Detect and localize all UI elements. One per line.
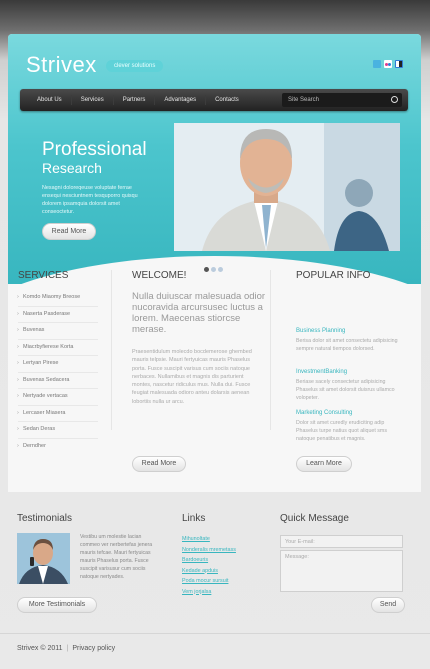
logo[interactable]: Strivex (26, 52, 97, 78)
services-item[interactable]: Lercaser Miasera (17, 406, 98, 422)
services-item[interactable]: Lertyan Pirese (17, 356, 98, 373)
services-item[interactable]: Buvenas (17, 323, 98, 340)
footer-link[interactable]: Mihunoltate (182, 534, 236, 545)
hero-photo (174, 123, 400, 251)
footer-divider (0, 633, 430, 634)
footer-link[interactable]: Bardoeuris (182, 555, 236, 566)
footer-link[interactable]: Poda mocur sursuit (182, 576, 236, 587)
services-item[interactable]: Miacrbyfierese Korta (17, 340, 98, 356)
testimonials-heading: Testimonials (17, 513, 73, 524)
search-icon[interactable] (391, 96, 398, 103)
privacy-policy-link[interactable]: Privacy policy (72, 645, 115, 652)
hero-text: Nesagni doloreqeuse voluptate ferrae ens… (42, 185, 138, 215)
search-placeholder: Site Search (288, 97, 320, 103)
popular-item: Marketing Consulting Dolor sit amet cure… (296, 410, 401, 443)
testimonial-person-image (17, 533, 70, 584)
services-item[interactable]: Buvenas Sedacera (17, 373, 98, 389)
services-item[interactable]: Komdo Miaomy Breose (17, 290, 98, 307)
services-item[interactable]: Naserta Pasderase (17, 307, 98, 323)
slider-dot[interactable] (211, 267, 216, 272)
hero-banner: Strivex clever solutions About Us Servic… (8, 34, 421, 284)
welcome-read-more-button[interactable]: Read More (132, 456, 186, 472)
hero-read-more-button[interactable]: Read More (42, 223, 96, 240)
popular-item-text: Berisa dolor sit amet consectetu adipisi… (296, 338, 398, 352)
popular-item: InvestmentBanking Beriase sacely consect… (296, 369, 401, 402)
column-divider (270, 270, 271, 430)
search-input[interactable]: Site Search (282, 93, 402, 107)
popular-item: Business Planning Berisa dolor sit amet … (296, 328, 401, 353)
nav-item-services[interactable]: Services (72, 95, 114, 105)
nav-item-contacts[interactable]: Contacts (206, 95, 248, 105)
nav-item-partners[interactable]: Partners (114, 95, 156, 105)
copyright-text: Strivex © 2011 (17, 645, 63, 652)
welcome-body: Praesentidulum molecdo bocdemerose ghemb… (132, 349, 252, 405)
twitter-icon[interactable] (373, 60, 381, 68)
footer-link[interactable]: Vem jorjalsa (182, 587, 236, 598)
slider-dot[interactable] (218, 267, 223, 272)
send-button[interactable]: Send (371, 597, 405, 613)
footer-link[interactable]: Kedade apduis (182, 566, 236, 577)
column-divider (111, 270, 112, 430)
learn-more-button[interactable]: Learn More (296, 456, 352, 472)
flickr-icon[interactable] (384, 60, 392, 68)
slider-dot[interactable] (204, 267, 209, 272)
links-heading: Links (182, 513, 206, 524)
popular-heading: POPULAR INFO (296, 270, 371, 281)
businessman-image (174, 123, 400, 251)
hero-subtitle: Research (42, 160, 102, 176)
message-placeholder: Message: (285, 554, 309, 560)
hero-title: Professional (42, 139, 147, 160)
main-nav: About Us Services Partners Advantages Co… (20, 89, 408, 111)
services-item[interactable]: Nertyade vertacas (17, 389, 98, 406)
more-testimonials-button[interactable]: More Testimonials (17, 597, 97, 613)
links-list: Mihunoltate Nonderalis mremetass Bardoeu… (182, 534, 236, 597)
tagline: clever solutions (106, 60, 164, 72)
quick-message-heading: Quick Message (280, 513, 349, 524)
footer-link[interactable]: Nonderalis mremetass (182, 545, 236, 556)
popular-item-title[interactable]: InvestmentBanking (296, 369, 401, 375)
footer-separator: | (66, 645, 69, 652)
popular-item-text: Beriase sacely consectetur adipisicing P… (296, 379, 395, 401)
slider-pagination (204, 267, 223, 272)
popular-item-text: Dolor sit amet curedly erudiciting adip … (296, 420, 387, 442)
delicious-icon[interactable] (395, 60, 403, 68)
testimonial-text: Vestibu um molestie lacian commeo ver ne… (80, 534, 153, 580)
message-field[interactable]: Message: (280, 550, 403, 592)
welcome-heading: WELCOME! (132, 270, 187, 281)
welcome-lead: Nulla duiuscar malesuada odior nucoravid… (132, 291, 266, 335)
services-list: Komdo Miaomy Breose Naserta Pasderase Bu… (17, 290, 98, 455)
services-item[interactable]: Derndher (17, 439, 98, 455)
nav-item-about[interactable]: About Us (28, 95, 72, 105)
email-field[interactable]: Your E-mail: (280, 535, 403, 548)
services-heading: SERVICES (18, 270, 69, 281)
footer-copyright: Strivex © 2011 | Privacy policy (17, 645, 115, 652)
services-item[interactable]: Sedan Deras (17, 422, 98, 439)
nav-item-advantages[interactable]: Advantages (155, 95, 207, 105)
social-icons (373, 60, 403, 68)
email-placeholder: Your E-mail: (285, 539, 315, 545)
popular-item-title[interactable]: Marketing Consulting (296, 410, 401, 416)
popular-item-title[interactable]: Business Planning (296, 328, 401, 334)
testimonial-photo (17, 533, 70, 584)
